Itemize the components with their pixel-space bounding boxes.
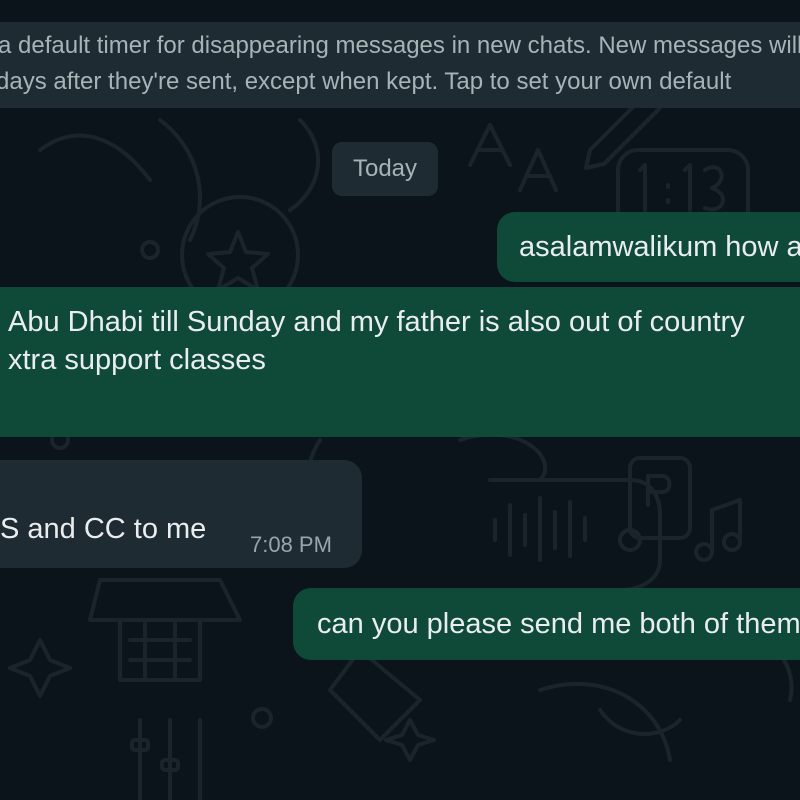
message-text-line-2: xtra support classes bbox=[8, 344, 266, 376]
message-text: can you please send me both of them bbox=[317, 608, 800, 640]
message-text: S and CC to me bbox=[0, 513, 207, 545]
message-text: asalamwalikum how are you bbox=[519, 231, 800, 263]
notice-line-2: days after they're sent, except when kep… bbox=[0, 68, 732, 95]
notice-line-1: a default timer for disappearing message… bbox=[0, 32, 800, 59]
message-bubble-outgoing[interactable]: can you please send me both of them bbox=[293, 588, 800, 660]
disappearing-messages-notice[interactable]: a default timer for disappearing message… bbox=[0, 22, 800, 108]
message-bubble-incoming[interactable]: S and CC to me 7:08 PM bbox=[0, 460, 362, 568]
message-bubble-outgoing[interactable]: asalamwalikum how are you bbox=[497, 212, 800, 282]
message-bubble-outgoing[interactable]: Abu Dhabi till Sunday and my father is a… bbox=[0, 287, 800, 437]
date-divider: Today bbox=[332, 142, 438, 196]
message-timestamp: 7:08 PM bbox=[250, 532, 332, 557]
message-text-line-1: Abu Dhabi till Sunday and my father is a… bbox=[8, 306, 745, 338]
